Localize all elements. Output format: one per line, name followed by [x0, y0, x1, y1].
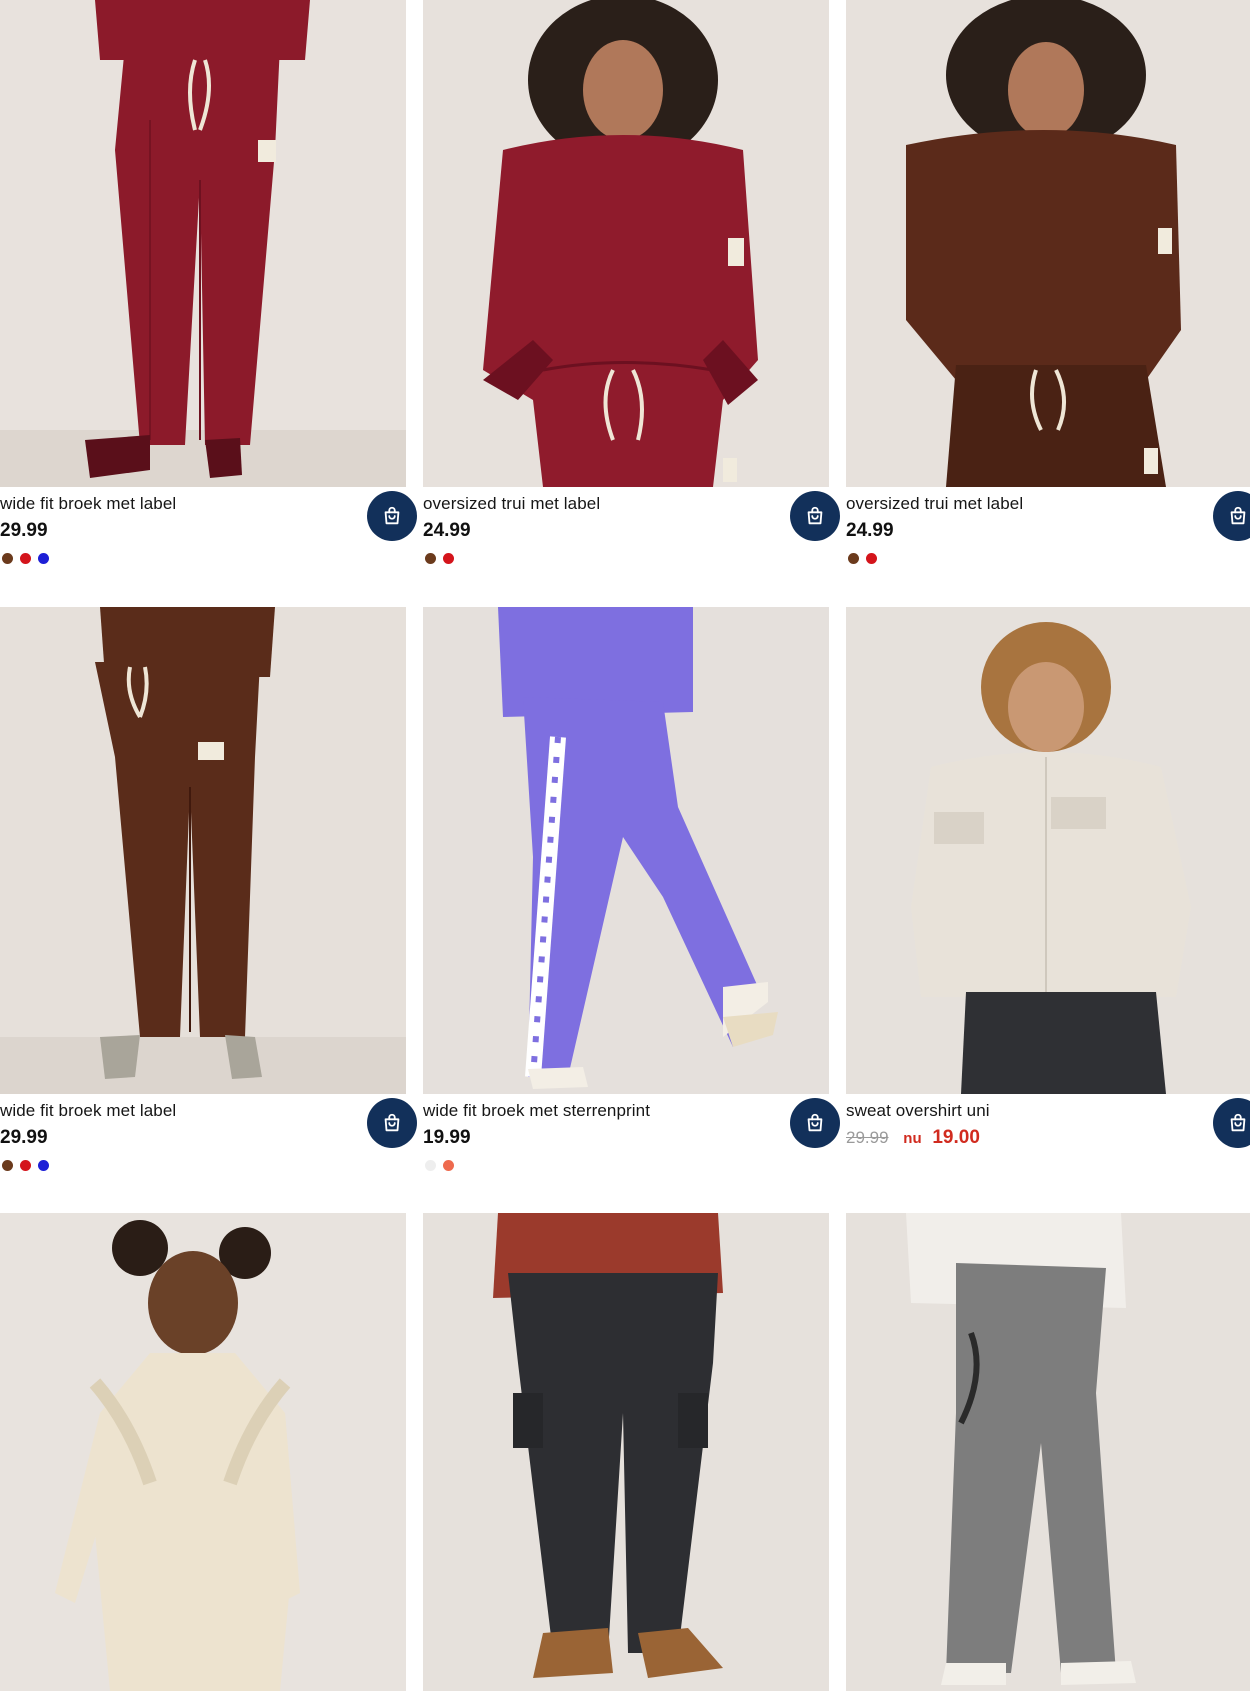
- add-to-cart-button[interactable]: [367, 1098, 417, 1148]
- product-card[interactable]: wide fit broek met label 29.99: [0, 607, 417, 1214]
- color-swatches: [425, 553, 454, 564]
- product-image[interactable]: [423, 607, 829, 1094]
- swatch-white[interactable]: [425, 1160, 436, 1171]
- swatch-brown[interactable]: [2, 553, 13, 564]
- product-info: oversized trui met label 24.99: [423, 487, 840, 607]
- product-price: 24.99: [846, 520, 894, 541]
- product-card[interactable]: [423, 1213, 829, 1691]
- product-card[interactable]: wide fit broek met label 29.99: [0, 0, 417, 607]
- swatch-coral[interactable]: [443, 1160, 454, 1171]
- product-info: sweat overshirt uni 29.99 nu 19.00: [846, 1094, 1250, 1214]
- product-image[interactable]: [423, 0, 829, 487]
- product-price: 29.99: [0, 520, 48, 541]
- shopping-bag-icon: [1230, 506, 1246, 525]
- shopping-bag-icon: [807, 1113, 823, 1132]
- product-info: wide fit broek met label 29.99: [0, 1094, 417, 1214]
- add-to-cart-button[interactable]: [1213, 491, 1250, 541]
- product-title[interactable]: oversized trui met label: [846, 494, 1023, 514]
- add-to-cart-button[interactable]: [1213, 1098, 1250, 1148]
- swatch-brown[interactable]: [848, 553, 859, 564]
- shopping-bag-icon: [384, 1113, 400, 1132]
- color-swatches: [425, 1160, 454, 1171]
- product-image[interactable]: [0, 1213, 406, 1691]
- product-image[interactable]: [423, 1213, 829, 1691]
- now-label: nu: [903, 1130, 922, 1147]
- color-swatches: [2, 553, 49, 564]
- product-image[interactable]: [0, 0, 406, 487]
- product-image[interactable]: [846, 1213, 1250, 1691]
- product-image[interactable]: [846, 0, 1250, 487]
- color-swatches: [848, 553, 877, 564]
- product-title[interactable]: wide fit broek met sterrenprint: [423, 1101, 650, 1121]
- new-price: 19.00: [932, 1127, 980, 1148]
- product-card[interactable]: [0, 1213, 406, 1691]
- sale-price: 29.99 nu 19.00: [846, 1127, 980, 1149]
- product-info: wide fit broek met sterrenprint 19.99: [423, 1094, 840, 1214]
- swatch-brown[interactable]: [425, 553, 436, 564]
- add-to-cart-button[interactable]: [367, 491, 417, 541]
- product-price: 19.99: [423, 1127, 471, 1148]
- product-info: wide fit broek met label 29.99: [0, 487, 417, 607]
- product-grid: wide fit broek met label 29.99 oversized…: [0, 0, 1250, 1694]
- product-image[interactable]: [0, 607, 406, 1094]
- product-card[interactable]: wide fit broek met sterrenprint 19.99: [423, 607, 840, 1214]
- product-price: 24.99: [423, 520, 471, 541]
- product-title[interactable]: oversized trui met label: [423, 494, 600, 514]
- color-swatches: [2, 1160, 49, 1171]
- product-price: 29.99: [0, 1127, 48, 1148]
- product-card[interactable]: oversized trui met label 24.99: [846, 0, 1250, 607]
- product-card[interactable]: [846, 1213, 1250, 1691]
- shopping-bag-icon: [807, 506, 823, 525]
- swatch-red[interactable]: [20, 1160, 31, 1171]
- swatch-red[interactable]: [866, 553, 877, 564]
- product-title[interactable]: sweat overshirt uni: [846, 1101, 990, 1121]
- product-title[interactable]: wide fit broek met label: [0, 494, 176, 514]
- product-title[interactable]: wide fit broek met label: [0, 1101, 176, 1121]
- old-price: 29.99: [846, 1128, 889, 1147]
- swatch-red[interactable]: [443, 553, 454, 564]
- product-card[interactable]: sweat overshirt uni 29.99 nu 19.00: [846, 607, 1250, 1214]
- swatch-blue[interactable]: [38, 553, 49, 564]
- add-to-cart-button[interactable]: [790, 491, 840, 541]
- swatch-blue[interactable]: [38, 1160, 49, 1171]
- product-info: oversized trui met label 24.99: [846, 487, 1250, 607]
- product-image[interactable]: [846, 607, 1250, 1094]
- shopping-bag-icon: [384, 506, 400, 525]
- swatch-red[interactable]: [20, 553, 31, 564]
- swatch-brown[interactable]: [2, 1160, 13, 1171]
- add-to-cart-button[interactable]: [790, 1098, 840, 1148]
- product-card[interactable]: oversized trui met label 24.99: [423, 0, 840, 607]
- shopping-bag-icon: [1230, 1113, 1246, 1132]
